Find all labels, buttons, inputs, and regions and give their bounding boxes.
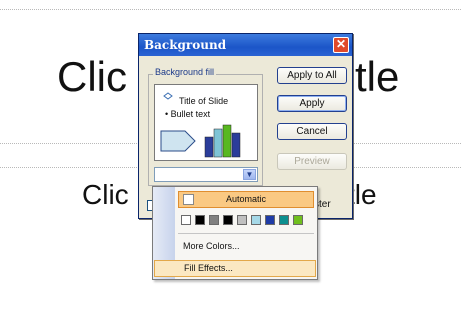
apply-button[interactable]: Apply — [277, 95, 347, 112]
apply-to-all-button[interactable]: Apply to All — [277, 67, 347, 84]
color-palette-popup: Automatic More Colors... Fill Effects... — [152, 186, 318, 280]
fill-effects-option[interactable]: Fill Effects... — [154, 260, 316, 277]
automatic-color-option[interactable]: Automatic — [178, 191, 314, 208]
color-swatch[interactable] — [293, 215, 303, 225]
background-preview: Title of Slide • Bullet text — [154, 84, 258, 161]
popup-separator — [178, 233, 314, 234]
slide-title-placeholder[interactable]: Clic — [57, 52, 127, 102]
color-swatch[interactable] — [237, 215, 247, 225]
color-swatch[interactable] — [181, 215, 191, 225]
slide-subtitle-placeholder[interactable]: Clic — [82, 177, 129, 213]
preview-chart-icon — [160, 124, 241, 158]
background-fill-label: Background fill — [153, 67, 217, 77]
dialog-title: Background — [144, 38, 227, 52]
dialog-titlebar[interactable]: Background ✕ — [139, 34, 352, 56]
color-swatch[interactable] — [251, 215, 261, 225]
chevron-down-icon[interactable]: ▼ — [243, 169, 256, 180]
close-icon[interactable]: ✕ — [333, 37, 349, 53]
cancel-button[interactable]: Cancel — [277, 123, 347, 140]
color-swatch[interactable] — [209, 215, 219, 225]
preview-button[interactable]: Preview — [277, 153, 347, 170]
fill-color-dropdown[interactable]: ▼ — [154, 167, 258, 182]
diamond-bullet-icon — [163, 92, 173, 100]
color-swatch[interactable] — [265, 215, 275, 225]
fill-effects-label: Fill Effects... — [184, 263, 233, 273]
preview-title-text: Title of Slide — [179, 96, 229, 106]
color-swatch[interactable] — [279, 215, 289, 225]
slide-title-placeholder-tail[interactable]: tle — [355, 52, 399, 102]
slide-guide-top — [0, 9, 461, 10]
color-swatch[interactable] — [195, 215, 205, 225]
more-colors-option[interactable]: More Colors... — [183, 241, 240, 251]
automatic-label: Automatic — [225, 194, 267, 204]
color-swatch[interactable] — [223, 215, 233, 225]
preview-bullet-text: • Bullet text — [165, 109, 211, 119]
automatic-swatch — [183, 194, 194, 205]
